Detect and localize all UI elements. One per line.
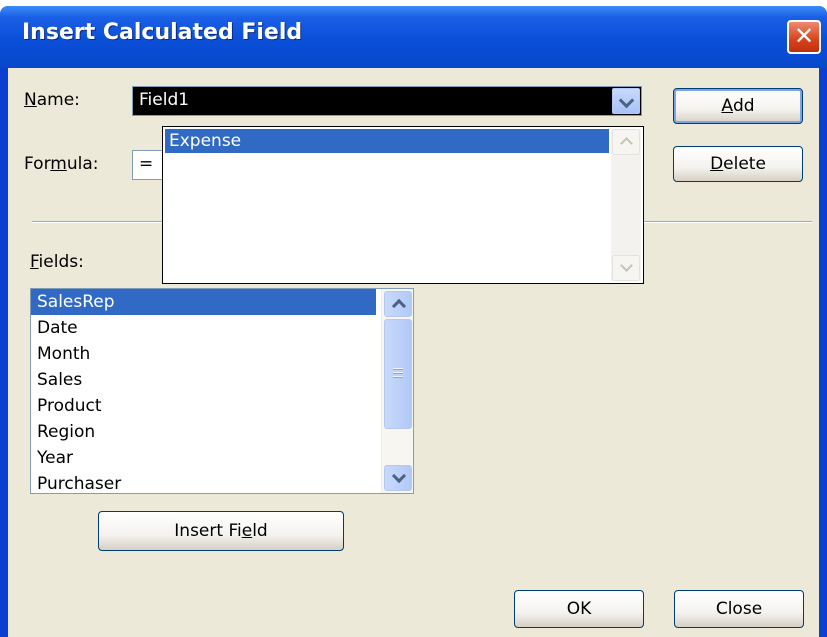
formula-value: = xyxy=(139,154,154,174)
list-item[interactable]: Product xyxy=(31,393,376,419)
dropdown-scrollbar[interactable] xyxy=(611,129,641,281)
ok-button[interactable]: OK xyxy=(514,590,644,628)
list-item[interactable]: Region xyxy=(31,419,376,445)
insert-calculated-field-dialog: Insert Calculated Field ✕ Name: Field1 F… xyxy=(0,6,827,637)
name-combobox[interactable]: Field1 xyxy=(132,86,642,116)
chevron-up-icon xyxy=(620,137,633,150)
name-dropdown-button[interactable] xyxy=(612,88,640,114)
grip-icon xyxy=(393,376,403,378)
title-bar: Insert Calculated Field ✕ xyxy=(0,6,827,68)
name-dropdown-list[interactable]: Expense xyxy=(162,126,644,284)
scroll-thumb[interactable] xyxy=(384,319,412,429)
list-item[interactable]: Date xyxy=(31,315,376,341)
dropdown-scroll-up-button[interactable] xyxy=(612,129,640,155)
chevron-down-icon xyxy=(618,92,635,109)
scroll-down-button[interactable] xyxy=(384,465,412,491)
name-value: Field1 xyxy=(139,90,190,110)
scroll-up-button[interactable] xyxy=(384,291,412,317)
close-window-icon[interactable]: ✕ xyxy=(787,20,821,54)
grip-icon xyxy=(393,368,403,370)
dialog-title: Insert Calculated Field xyxy=(22,20,303,45)
dropdown-item[interactable]: Expense xyxy=(165,129,609,153)
fields-listbox[interactable]: SalesRep Date Month Sales Product Region… xyxy=(30,288,414,494)
name-label: Name: xyxy=(24,90,80,110)
delete-button[interactable]: Delete xyxy=(673,146,803,182)
grip-icon xyxy=(393,372,403,374)
list-item[interactable]: Purchaser xyxy=(31,471,376,493)
dialog-body: Name: Field1 Formula: = Add Delete Field… xyxy=(8,68,819,637)
fields-label: Fields: xyxy=(30,252,84,272)
chevron-down-icon xyxy=(391,468,407,484)
dropdown-scroll-down-button[interactable] xyxy=(612,255,640,281)
chevron-up-icon xyxy=(391,298,407,314)
close-button[interactable]: Close xyxy=(674,590,804,628)
list-item[interactable]: Sales xyxy=(31,367,376,393)
insert-field-button[interactable]: Insert Fi e ld xyxy=(98,511,344,551)
list-item[interactable]: Year xyxy=(31,445,376,471)
chevron-down-icon xyxy=(620,259,633,272)
list-item[interactable]: Month xyxy=(31,341,376,367)
list-item[interactable]: SalesRep xyxy=(31,289,376,315)
formula-label: Formula: xyxy=(24,154,99,174)
add-button[interactable]: Add xyxy=(673,88,803,124)
fields-scrollbar[interactable] xyxy=(381,289,413,493)
